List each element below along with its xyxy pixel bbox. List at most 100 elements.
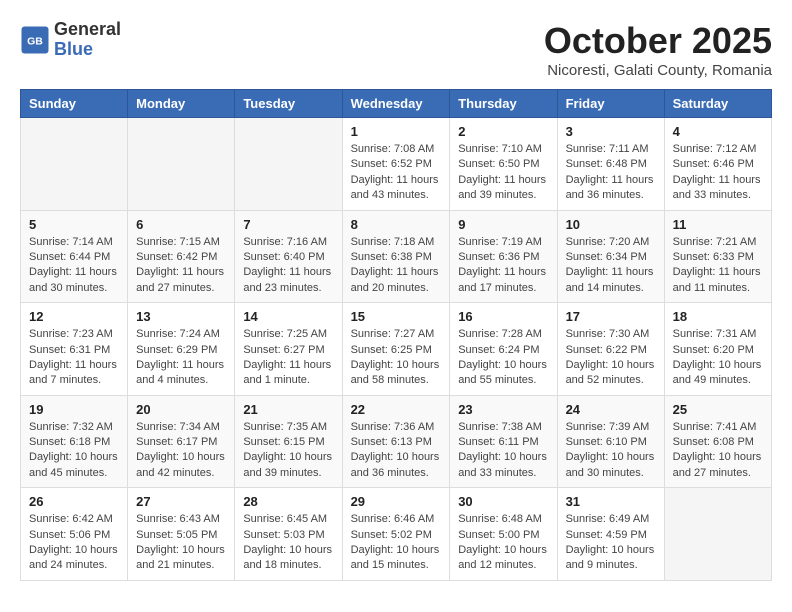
day-info: Sunrise: 7:36 AMSunset: 6:13 PMDaylight:…: [351, 420, 442, 482]
day-number: 21: [243, 402, 333, 417]
logo-icon: GB: [20, 25, 50, 55]
calendar-cell: [664, 488, 771, 581]
day-info: Sunrise: 7:24 AMSunset: 6:29 PMDaylight:…: [136, 327, 226, 389]
day-info: Sunrise: 7:12 AMSunset: 6:46 PMDaylight:…: [673, 142, 763, 204]
day-number: 13: [136, 309, 226, 324]
day-info: Sunrise: 7:23 AMSunset: 6:31 PMDaylight:…: [29, 327, 119, 389]
day-number: 12: [29, 309, 119, 324]
day-number: 27: [136, 494, 226, 509]
day-info: Sunrise: 6:49 AMSunset: 4:59 PMDaylight:…: [566, 512, 656, 574]
calendar-cell: 14Sunrise: 7:25 AMSunset: 6:27 PMDayligh…: [235, 303, 342, 396]
calendar-cell: 27 Sunrise: 6:43 AMSunset: 5:05 PMDayligh…: [128, 488, 235, 581]
day-number: 28: [243, 494, 333, 509]
calendar-table: SundayMondayTuesdayWednesdayThursdayFrid…: [20, 89, 772, 581]
day-number: 16: [458, 309, 548, 324]
weekday-header: Wednesday: [342, 90, 450, 118]
calendar-cell: 3 Sunrise: 7:11 AMSunset: 6:48 PMDaylight…: [557, 118, 664, 211]
day-number: 19: [29, 402, 119, 417]
day-info: Sunrise: 7:28 AMSunset: 6:24 PMDaylight:…: [458, 327, 548, 389]
calendar-cell: 12 Sunrise: 7:23 AMSunset: 6:31 PMDayligh…: [21, 303, 128, 396]
day-number: 22: [351, 402, 442, 417]
day-info: Sunrise: 7:38 AMSunset: 6:11 PMDaylight:…: [458, 420, 548, 482]
calendar-cell: 17 Sunrise: 7:30 AMSunset: 6:22 PMDayligh…: [557, 303, 664, 396]
day-info: Sunrise: 7:11 AMSunset: 6:48 PMDaylight:…: [566, 142, 656, 204]
day-number: 30: [458, 494, 548, 509]
day-info: Sunrise: 7:35 AMSunset: 6:15 PMDaylight:…: [243, 420, 333, 482]
calendar-cell: 6 Sunrise: 7:15 AMSunset: 6:42 PMDaylight…: [128, 210, 235, 303]
day-info: Sunrise: 7:21 AMSunset: 6:33 PMDaylight:…: [673, 235, 763, 297]
day-info: Sunrise: 7:39 AMSunset: 6:10 PMDaylight:…: [566, 420, 656, 482]
day-info: Sunrise: 6:46 AMSunset: 5:02 PMDaylight:…: [351, 512, 442, 574]
calendar-cell: 18 Sunrise: 7:31 AMSunset: 6:20 PMDayligh…: [664, 303, 771, 396]
day-info: Sunrise: 7:31 AMSunset: 6:20 PMDaylight:…: [673, 327, 763, 389]
weekday-header: Thursday: [450, 90, 557, 118]
calendar-cell: 19 Sunrise: 7:32 AMSunset: 6:18 PMDayligh…: [21, 395, 128, 488]
calendar-cell: 13 Sunrise: 7:24 AMSunset: 6:29 PMDayligh…: [128, 303, 235, 396]
day-number: 24: [566, 402, 656, 417]
day-number: 4: [673, 124, 763, 139]
day-info: Sunrise: 7:15 AMSunset: 6:42 PMDaylight:…: [136, 235, 226, 297]
day-info: Sunrise: 7:25 AMSunset: 6:27 PMDaylight:…: [243, 327, 333, 389]
calendar-cell: 15 Sunrise: 7:27 AMSunset: 6:25 PMDayligh…: [342, 303, 450, 396]
day-info: Sunrise: 7:19 AMSunset: 6:36 PMDaylight:…: [458, 235, 548, 297]
calendar-cell: 11 Sunrise: 7:21 AMSunset: 6:33 PMDayligh…: [664, 210, 771, 303]
day-number: 6: [136, 217, 226, 232]
calendar-week-row: 19 Sunrise: 7:32 AMSunset: 6:18 PMDayligh…: [21, 395, 772, 488]
weekday-header-row: SundayMondayTuesdayWednesdayThursdayFrid…: [21, 90, 772, 118]
calendar-cell: 8Sunrise: 7:18 AMSunset: 6:38 PMDaylight…: [342, 210, 450, 303]
calendar-week-row: 1 Sunrise: 7:08 AMSunset: 6:52 PMDaylight…: [21, 118, 772, 211]
day-number: 23: [458, 402, 548, 417]
day-info: Sunrise: 7:14 AMSunset: 6:44 PMDaylight:…: [29, 235, 119, 297]
calendar-cell: 4 Sunrise: 7:12 AMSunset: 6:46 PMDaylight…: [664, 118, 771, 211]
day-number: 2: [458, 124, 548, 139]
day-info: Sunrise: 7:08 AMSunset: 6:52 PMDaylight:…: [351, 142, 442, 204]
day-info: Sunrise: 7:20 AMSunset: 6:34 PMDaylight:…: [566, 235, 656, 297]
day-number: 7: [243, 217, 333, 232]
calendar-cell: 28 Sunrise: 6:45 AMSunset: 5:03 PMDayligh…: [235, 488, 342, 581]
day-info: Sunrise: 7:32 AMSunset: 6:18 PMDaylight:…: [29, 420, 119, 482]
day-number: 20: [136, 402, 226, 417]
day-info: Sunrise: 6:42 AMSunset: 5:06 PMDaylight:…: [29, 512, 119, 574]
day-number: 17: [566, 309, 656, 324]
day-info: Sunrise: 7:30 AMSunset: 6:22 PMDaylight:…: [566, 327, 656, 389]
day-info: Sunrise: 7:41 AMSunset: 6:08 PMDaylight:…: [673, 420, 763, 482]
day-number: 25: [673, 402, 763, 417]
day-info: Sunrise: 7:27 AMSunset: 6:25 PMDaylight:…: [351, 327, 442, 389]
calendar-week-row: 26 Sunrise: 6:42 AMSunset: 5:06 PMDayligh…: [21, 488, 772, 581]
calendar-cell: 23 Sunrise: 7:38 AMSunset: 6:11 PMDayligh…: [450, 395, 557, 488]
logo: GB General Blue: [20, 20, 121, 60]
calendar-cell: 1 Sunrise: 7:08 AMSunset: 6:52 PMDaylight…: [342, 118, 450, 211]
location-subtitle: Nicoresti, Galati County, Romania: [544, 62, 772, 79]
month-title: October 2025: [544, 20, 772, 62]
calendar-cell: 22 Sunrise: 7:36 AMSunset: 6:13 PMDayligh…: [342, 395, 450, 488]
calendar-cell: 29 Sunrise: 6:46 AMSunset: 5:02 PMDayligh…: [342, 488, 450, 581]
day-number: 11: [673, 217, 763, 232]
page-header: GB General Blue October 2025 Nicoresti, …: [20, 20, 772, 79]
day-number: 31: [566, 494, 656, 509]
day-number: 3: [566, 124, 656, 139]
svg-text:GB: GB: [27, 35, 43, 47]
calendar-cell: 20Sunrise: 7:34 AMSunset: 6:17 PMDayligh…: [128, 395, 235, 488]
calendar-cell: 16 Sunrise: 7:28 AMSunset: 6:24 PMDayligh…: [450, 303, 557, 396]
day-number: 29: [351, 494, 442, 509]
day-number: 26: [29, 494, 119, 509]
calendar-cell: [235, 118, 342, 211]
day-info: Sunrise: 6:43 AMSunset: 5:05 PMDaylight:…: [136, 512, 226, 574]
calendar-cell: [21, 118, 128, 211]
weekday-header: Tuesday: [235, 90, 342, 118]
calendar-cell: 26 Sunrise: 6:42 AMSunset: 5:06 PMDayligh…: [21, 488, 128, 581]
day-info: Sunrise: 6:45 AMSunset: 5:03 PMDaylight:…: [243, 512, 333, 574]
day-number: 15: [351, 309, 442, 324]
calendar-cell: 10Sunrise: 7:20 AMSunset: 6:34 PMDayligh…: [557, 210, 664, 303]
calendar-cell: [128, 118, 235, 211]
day-number: 18: [673, 309, 763, 324]
calendar-cell: 2Sunrise: 7:10 AMSunset: 6:50 PMDaylight…: [450, 118, 557, 211]
calendar-week-row: 12 Sunrise: 7:23 AMSunset: 6:31 PMDayligh…: [21, 303, 772, 396]
day-number: 9: [458, 217, 548, 232]
calendar-cell: 24 Sunrise: 7:39 AMSunset: 6:10 PMDayligh…: [557, 395, 664, 488]
weekday-header: Sunday: [21, 90, 128, 118]
day-number: 1: [351, 124, 442, 139]
weekday-header: Friday: [557, 90, 664, 118]
calendar-cell: 5Sunrise: 7:14 AMSunset: 6:44 PMDaylight…: [21, 210, 128, 303]
calendar-cell: 25 Sunrise: 7:41 AMSunset: 6:08 PMDayligh…: [664, 395, 771, 488]
